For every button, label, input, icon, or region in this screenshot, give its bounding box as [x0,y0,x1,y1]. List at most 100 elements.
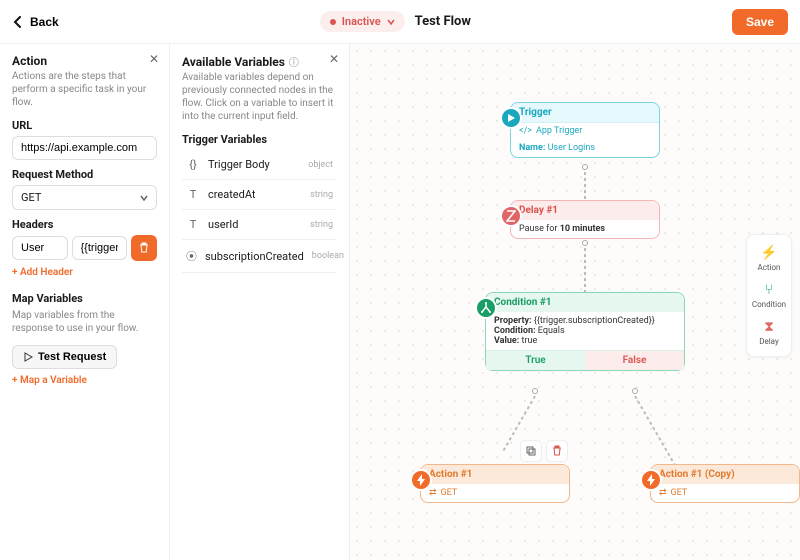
chevron-down-icon [140,194,148,202]
chevron-left-icon [12,16,24,28]
trash-icon [551,445,563,457]
info-icon[interactable]: ⓘ [289,54,299,69]
variable-name: userId [208,218,302,231]
save-button[interactable]: Save [732,9,788,35]
value-label: Value: [494,336,519,346]
connector-line [634,396,676,466]
variable-kind: boolean [312,251,344,261]
pause-prefix: Pause for [519,224,560,234]
trigger-subtitle: App Trigger [536,126,582,136]
copy-icon [525,445,537,457]
trigger-node[interactable]: Trigger </> App Trigger Name: User Login… [510,102,660,158]
connector-line [584,248,586,292]
delete-node-button[interactable] [546,440,568,462]
header-key-input[interactable] [12,236,68,260]
method-value: GET [21,191,41,204]
delay-node[interactable]: Delay #1 Pause for 10 minutes [510,200,660,239]
palette-action[interactable]: ⚡ Action [747,241,791,276]
palette-delay[interactable]: ⧗ Delay [747,315,791,350]
hourglass-icon: ⧗ [764,319,774,335]
node-toolbar [520,440,568,462]
variable-kind: string [310,220,333,230]
property-label: Property: [494,316,532,326]
header-value-input[interactable] [72,236,128,260]
node-title: Delay #1 [519,205,558,216]
variable-name: subscriptionCreated [205,250,304,263]
variable-group-label: Trigger Variables [182,133,337,146]
code-icon: </> [519,126,532,136]
condition-node[interactable]: Condition #1 Property: {{trigger.subscri… [485,292,685,371]
panel-subtitle: Available variables depend on previously… [182,71,337,123]
palette-label: Action [758,263,781,272]
node-title: Condition #1 [494,297,552,308]
name-label: Name: [519,143,545,153]
variable-item[interactable]: T createdAt string [182,180,337,210]
condition-false-branch[interactable]: False [585,351,684,370]
map-variables-subtitle: Map variables from the response to use i… [12,309,157,335]
status-dropdown[interactable]: Inactive [320,11,405,32]
variable-item[interactable]: ⦿ subscriptionCreated boolean [182,240,337,273]
node-palette: ⚡ Action ⑂ Condition ⧗ Delay [746,234,792,357]
play-icon [23,352,33,362]
variable-kind: object [308,160,333,170]
flow-canvas[interactable]: Trigger </> App Trigger Name: User Login… [350,44,800,560]
palette-label: Condition [752,300,786,309]
connector-line [584,172,586,200]
trigger-badge-icon [500,107,522,129]
variable-item[interactable]: {} Trigger Body object [182,150,337,180]
variable-kind: string [310,190,333,200]
close-icon[interactable]: ✕ [329,52,339,66]
action-node-copy[interactable]: Action #1 (Copy) ⇄ GET [650,464,800,503]
palette-condition[interactable]: ⑂ Condition [747,278,791,313]
boolean-type-icon: ⦿ [186,248,197,264]
object-type-icon: {} [186,158,200,171]
link-icon: ⇄ [429,488,437,498]
string-type-icon: T [186,188,200,201]
connector-hub[interactable] [532,388,538,394]
test-request-button[interactable]: Test Request [12,345,117,369]
node-title: Action #1 [429,469,472,480]
connector-hub[interactable] [582,164,588,170]
close-icon[interactable]: ✕ [149,52,159,66]
condition-badge-icon [475,297,497,319]
link-icon: ⇄ [659,488,667,498]
add-header-link[interactable]: + Add Header [12,267,73,278]
delay-badge-icon [500,205,522,227]
pause-value: 10 minutes [560,224,605,234]
panel-title: Available Variables ⓘ [182,54,337,69]
duplicate-node-button[interactable] [520,440,542,462]
method-select[interactable]: GET [12,185,157,210]
map-variables-title: Map Variables [12,292,157,305]
back-label: Back [30,15,59,29]
delete-header-button[interactable] [131,235,157,261]
branch-icon: ⑂ [765,282,773,298]
top-bar: Back Inactive Test Flow Save [0,0,800,44]
action-badge-icon [640,469,662,491]
method-label: Request Method [12,168,157,181]
url-label: URL [12,119,157,132]
status-label: Inactive [342,15,381,28]
trigger-name-value: User Logins [548,143,595,153]
action-node[interactable]: Action #1 ⇄ GET [420,464,570,503]
flow-title: Test Flow [415,14,471,29]
connector-hub[interactable] [632,388,638,394]
headers-label: Headers [12,218,157,231]
node-title: Trigger [519,107,552,118]
variable-item[interactable]: T userId string [182,210,337,240]
action-badge-icon [410,469,432,491]
variable-name: Trigger Body [208,158,300,171]
back-button[interactable]: Back [12,15,59,29]
node-title: Action #1 (Copy) [659,469,735,480]
test-request-label: Test Request [38,351,106,363]
palette-label: Delay [759,337,779,346]
bolt-icon: ⚡ [760,245,777,261]
condition-true-branch[interactable]: True [486,351,585,370]
map-variable-link[interactable]: + Map a Variable [12,375,87,386]
condition-value: Equals [538,326,565,336]
status-dot-icon [330,19,336,25]
panel-subtitle: Actions are the steps that perform a spe… [12,70,157,109]
connector-hub[interactable] [582,240,588,246]
url-input[interactable] [12,136,157,160]
variables-panel: ✕ Available Variables ⓘ Available variab… [170,44,350,560]
chevron-down-icon [387,18,395,26]
